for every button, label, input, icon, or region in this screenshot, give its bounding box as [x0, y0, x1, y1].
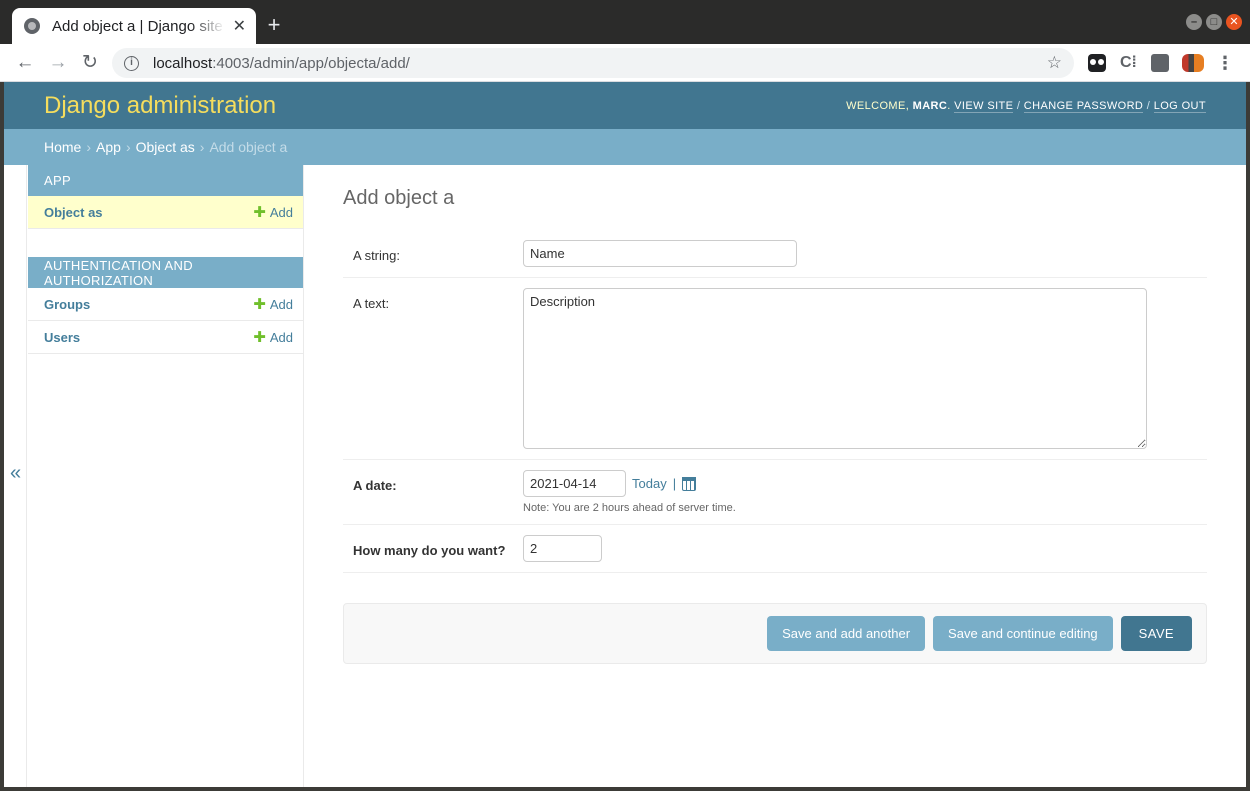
a-string-label: A string: [353, 248, 400, 263]
globe-icon [24, 18, 40, 34]
sidebar-item-object-as: Object as ✚ Add [28, 196, 303, 229]
welcome-text: WELCOME, [846, 99, 910, 112]
add-user-link[interactable]: ✚ Add [253, 330, 293, 345]
collapse-sidebar-button[interactable]: « [10, 463, 21, 483]
breadcrumb: Home › App › Object as › Add object a [4, 129, 1246, 165]
site-branding[interactable]: Django administration [44, 92, 276, 120]
module-app: APP Object as ✚ Add [28, 165, 303, 229]
add-group-link[interactable]: ✚ Add [253, 297, 293, 312]
form-row-a-text: A text: Description [343, 278, 1207, 460]
extension-bug-icon[interactable] [1182, 54, 1204, 72]
form-row-a-date: A date: Today | Note: You are 2 hours ah… [343, 460, 1207, 525]
browser-menu-icon[interactable]: ⋮ [1216, 52, 1234, 74]
model-link-object-as[interactable]: Object as [44, 205, 103, 220]
calendar-icon[interactable] [682, 476, 697, 491]
reload-button[interactable]: ↻ [79, 52, 101, 74]
page-title: Add object a [343, 187, 455, 209]
plus-icon: ✚ [253, 328, 266, 346]
save-and-continue-button[interactable]: Save and continue editing [933, 616, 1113, 651]
save-button[interactable]: SAVE [1120, 616, 1192, 651]
module-auth: AUTHENTICATION AND AUTHORIZATION Groups … [28, 257, 303, 354]
form-row-a-string: A string: [343, 230, 1207, 278]
maximize-button[interactable]: □ [1206, 14, 1222, 30]
close-tab-icon[interactable]: ✕ [233, 16, 246, 36]
add-object-form: A string: A text: Description A date: To… [343, 230, 1207, 664]
main-content: Add object a A string: A text: Descripti… [343, 165, 1207, 664]
forward-button[interactable]: → [47, 52, 69, 74]
minimize-button[interactable]: – [1186, 14, 1202, 30]
save-and-add-another-button[interactable]: Save and add another [767, 616, 926, 651]
browser-tab[interactable]: Add object a | Django site admin ✕ [12, 8, 256, 44]
module-caption-auth[interactable]: AUTHENTICATION AND AUTHORIZATION [28, 257, 303, 288]
site-info-icon[interactable]: i [124, 55, 139, 71]
breadcrumb-current: Add object a [209, 139, 288, 155]
form-row-how-many: How many do you want? [343, 525, 1207, 573]
model-link-users[interactable]: Users [44, 330, 80, 345]
back-button[interactable]: ← [14, 52, 36, 74]
url-text[interactable]: localhost:4003/admin/app/objecta/add/ [153, 55, 1047, 72]
breadcrumb-app[interactable]: App [96, 139, 121, 155]
plus-icon: ✚ [253, 203, 266, 221]
user-tools: WELCOME, MARC. VIEW SITE / CHANGE PASSWO… [846, 99, 1206, 113]
browser-tab-strip: Add object a | Django site admin ✕ + – □… [0, 0, 1250, 44]
admin-header: Django administration WELCOME, MARC. VIE… [4, 82, 1246, 129]
url-path: :4003/admin/app/objecta/add/ [212, 54, 410, 72]
new-tab-button[interactable]: + [262, 12, 286, 38]
admin-page: Django administration WELCOME, MARC. VIE… [4, 82, 1246, 787]
username: MARC [912, 99, 948, 112]
change-password-link[interactable]: CHANGE PASSWORD [1023, 99, 1144, 113]
extensions-puzzle-icon[interactable] [1151, 54, 1169, 72]
tab-title: Add object a | Django site admin [52, 17, 225, 35]
close-window-button[interactable]: ✕ [1226, 14, 1242, 30]
timezone-warning: Note: You are 2 hours ahead of server ti… [523, 502, 736, 514]
sidebar-item-users: Users ✚ Add [28, 321, 303, 354]
nav-sidebar: APP Object as ✚ Add AUTHENTICATION AND A… [28, 165, 304, 787]
today-link[interactable]: Today [632, 476, 667, 491]
submit-row: Save and add another Save and continue e… [343, 603, 1207, 664]
a-date-input[interactable] [523, 470, 626, 497]
bookmark-star-icon[interactable]: ☆ [1047, 53, 1062, 73]
extension-c-icon[interactable]: C⁞ [1120, 54, 1138, 72]
a-string-input[interactable] [523, 240, 797, 267]
how-many-label: How many do you want? [353, 543, 506, 558]
url-host: localhost [153, 54, 213, 72]
log-out-link[interactable]: LOG OUT [1153, 99, 1206, 113]
breadcrumb-model[interactable]: Object as [136, 139, 195, 155]
breadcrumb-home[interactable]: Home [44, 139, 81, 155]
a-text-textarea[interactable]: Description [523, 288, 1147, 449]
plus-icon: ✚ [253, 295, 266, 313]
how-many-input[interactable] [523, 535, 602, 562]
extension-glasses-icon[interactable] [1088, 54, 1106, 72]
sidebar-item-groups: Groups ✚ Add [28, 288, 303, 321]
view-site-link[interactable]: VIEW SITE [954, 99, 1014, 113]
add-object-a-link[interactable]: ✚ Add [253, 205, 293, 220]
module-caption-app[interactable]: APP [28, 165, 303, 196]
browser-toolbar: ← → ↻ i localhost:4003/admin/app/objecta… [0, 44, 1250, 82]
model-link-groups[interactable]: Groups [44, 297, 90, 312]
a-date-label: A date: [353, 478, 397, 493]
window-controls: – □ ✕ [1186, 14, 1242, 30]
a-text-label: A text: [353, 296, 390, 311]
sidebar-toggle-strip[interactable]: « [4, 165, 27, 787]
address-bar[interactable]: i localhost:4003/admin/app/objecta/add/ … [112, 48, 1074, 78]
